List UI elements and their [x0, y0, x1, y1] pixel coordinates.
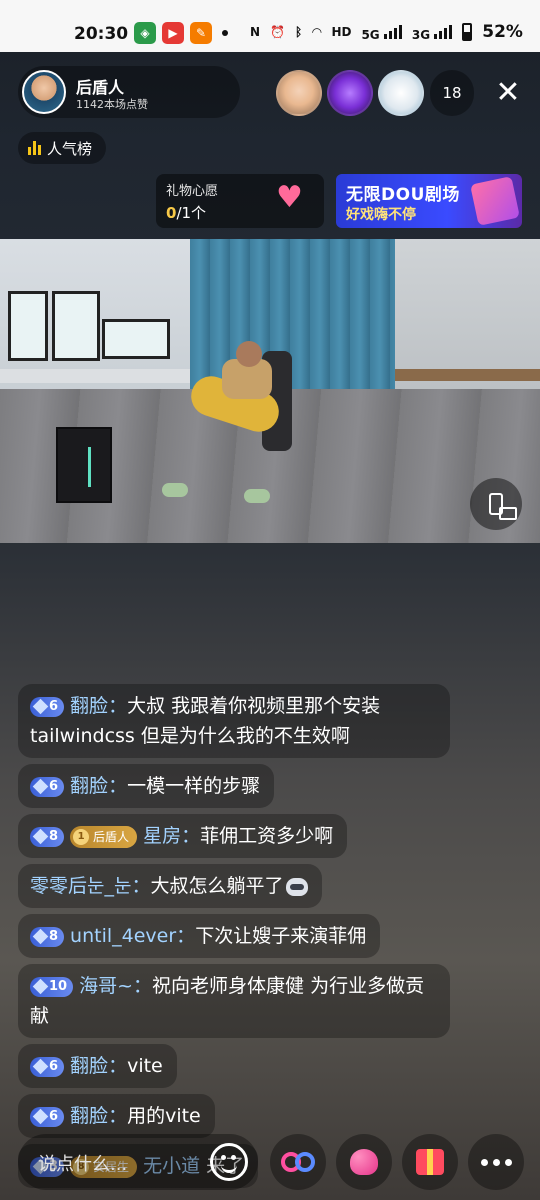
pc-tower	[56, 427, 112, 503]
comment-username[interactable]: 翻脸	[70, 695, 108, 717]
level-badge: 10	[30, 976, 74, 997]
heart-icon	[350, 1149, 378, 1175]
battery-icon	[462, 23, 473, 41]
comment-item[interactable]: 6 翻脸：一模一样的步骤	[18, 764, 275, 808]
comment-item[interactable]: 6 翻脸：vite	[18, 1044, 177, 1088]
banner-title: 无限DOU剧场	[346, 185, 460, 205]
more-icon	[480, 1158, 512, 1166]
ticket-icon	[470, 176, 520, 226]
comment-text: 菲佣工资多少啊	[200, 825, 334, 847]
comment-text: 下次让嫂子来演菲佣	[195, 925, 367, 947]
comment-text: 大叔怎么躺平了	[150, 875, 284, 897]
live-video[interactable]	[0, 239, 540, 543]
cat-emoji-icon	[285, 877, 308, 896]
desk-left	[0, 369, 190, 383]
rank-label: 人气榜	[47, 139, 93, 158]
alarm-icon: ⏰	[270, 25, 285, 39]
comment-item[interactable]: 6 翻脸：用的vite	[18, 1094, 215, 1138]
comment-item[interactable]: 零零后눈_눈：大叔怎么躺平了	[18, 864, 322, 908]
fan-club-badge: 1 后盾人	[70, 825, 138, 848]
emoji-icon[interactable]	[210, 1143, 248, 1181]
link-mic-button[interactable]	[270, 1134, 326, 1190]
comment-text: vite	[127, 1055, 163, 1077]
viewer-count[interactable]: 18	[430, 70, 474, 116]
gift-wish-card[interactable]: 礼物心愿 0/1个 ♥	[156, 174, 324, 228]
gift-wish-title: 礼物心愿	[166, 184, 219, 199]
gift-wish-progress: 0/1个	[166, 204, 207, 222]
rotate-icon	[489, 493, 517, 520]
comment-text: 用的vite	[127, 1105, 201, 1127]
comment-input[interactable]: 说点什么...	[18, 1134, 258, 1190]
anchor-likes: 1142本场点赞	[76, 98, 148, 111]
comment-username[interactable]: 海哥~	[79, 975, 133, 997]
comment-username[interactable]: 零零后눈_눈	[30, 875, 131, 897]
anchor-avatar[interactable]	[22, 70, 66, 114]
close-button[interactable]: ✕	[488, 72, 528, 112]
comment-list[interactable]: 6 翻脸：大叔 我跟着你视频里那个安装tailwindcss 但是为什么我的不生效…	[18, 684, 478, 1194]
heart-hand-icon: ♥	[276, 180, 303, 215]
status-bar: 20:30 ◈ ▶ ✎ N ⏰ ᛒ ◠ HD 5G 3G 52%	[0, 0, 540, 52]
comment-username[interactable]: 翻脸	[70, 1055, 108, 1077]
signal-3g: 3G	[412, 23, 453, 42]
comment-item[interactable]: 8 until_4ever：下次让嫂子来演菲佣	[18, 914, 381, 958]
viewer-avatar-cartoon[interactable]	[378, 70, 424, 116]
drama-theater-banner[interactable]: 无限DOU剧场 好戏嗨不停	[336, 174, 522, 228]
link-icon	[281, 1152, 315, 1172]
signal-5g: 5G	[361, 23, 402, 42]
anchor-name: 后盾人	[76, 78, 125, 97]
level-badge: 6	[30, 776, 65, 797]
app-icon-3: ✎	[190, 22, 212, 44]
battery-percent: 52%	[482, 22, 523, 42]
comment-input-placeholder: 说点什么...	[38, 1154, 128, 1175]
comment-username[interactable]: 翻脸	[70, 1105, 108, 1127]
app-icon-1: ◈	[134, 22, 156, 44]
app-icon-2: ▶	[162, 22, 184, 44]
popularity-rank-button[interactable]: 人气榜	[18, 132, 107, 164]
bluetooth-icon: ᛒ	[295, 25, 303, 39]
comment-text: 一模一样的步骤	[127, 775, 261, 797]
gift-button[interactable]	[402, 1134, 458, 1190]
level-badge: 8	[30, 926, 65, 947]
rotate-screen-button[interactable]	[470, 478, 522, 530]
gift-icon	[416, 1149, 444, 1175]
status-time: 20:30	[74, 24, 129, 44]
comment-item[interactable]: 6 翻脸：大叔 我跟着你视频里那个安装tailwindcss 但是为什么我的不生效…	[18, 684, 450, 758]
level-badge: 8	[30, 826, 65, 847]
more-notifications-dot	[222, 30, 228, 36]
comment-username[interactable]: 翻脸	[70, 775, 108, 797]
notification-app-icons: ◈ ▶ ✎	[134, 22, 212, 44]
close-icon: ✕	[495, 74, 521, 110]
desk-right	[395, 369, 540, 381]
hd-icon: HD	[331, 25, 352, 39]
level-badge: 6	[30, 696, 65, 717]
streamer	[236, 341, 262, 367]
banner-subtitle: 好戏嗨不停	[346, 207, 416, 223]
comment-item[interactable]: 10 海哥~：祝向老师身体康健 为行业多做贡献	[18, 964, 450, 1038]
more-button[interactable]	[468, 1134, 524, 1190]
wifi-icon: ◠	[312, 25, 322, 39]
level-badge: 6	[30, 1106, 65, 1127]
anchor-profile[interactable]: 后盾人 1142本场点赞	[18, 66, 240, 118]
nfc-icon: N	[250, 25, 261, 39]
viewer-avatar-baby[interactable]	[276, 70, 322, 116]
level-badge: 6	[30, 1056, 65, 1077]
comment-username[interactable]: until_4ever	[70, 925, 176, 947]
rank-bars-icon	[28, 141, 41, 155]
comment-username[interactable]: 星房	[143, 825, 181, 847]
like-button[interactable]	[336, 1134, 392, 1190]
curtain	[190, 239, 395, 399]
comment-item[interactable]: 8 1 后盾人 星房：菲佣工资多少啊	[18, 814, 348, 858]
viewer-avatar-fish[interactable]	[327, 70, 373, 116]
status-indicators: N ⏰ ᛒ ◠ HD 5G 3G 52%	[250, 22, 523, 42]
